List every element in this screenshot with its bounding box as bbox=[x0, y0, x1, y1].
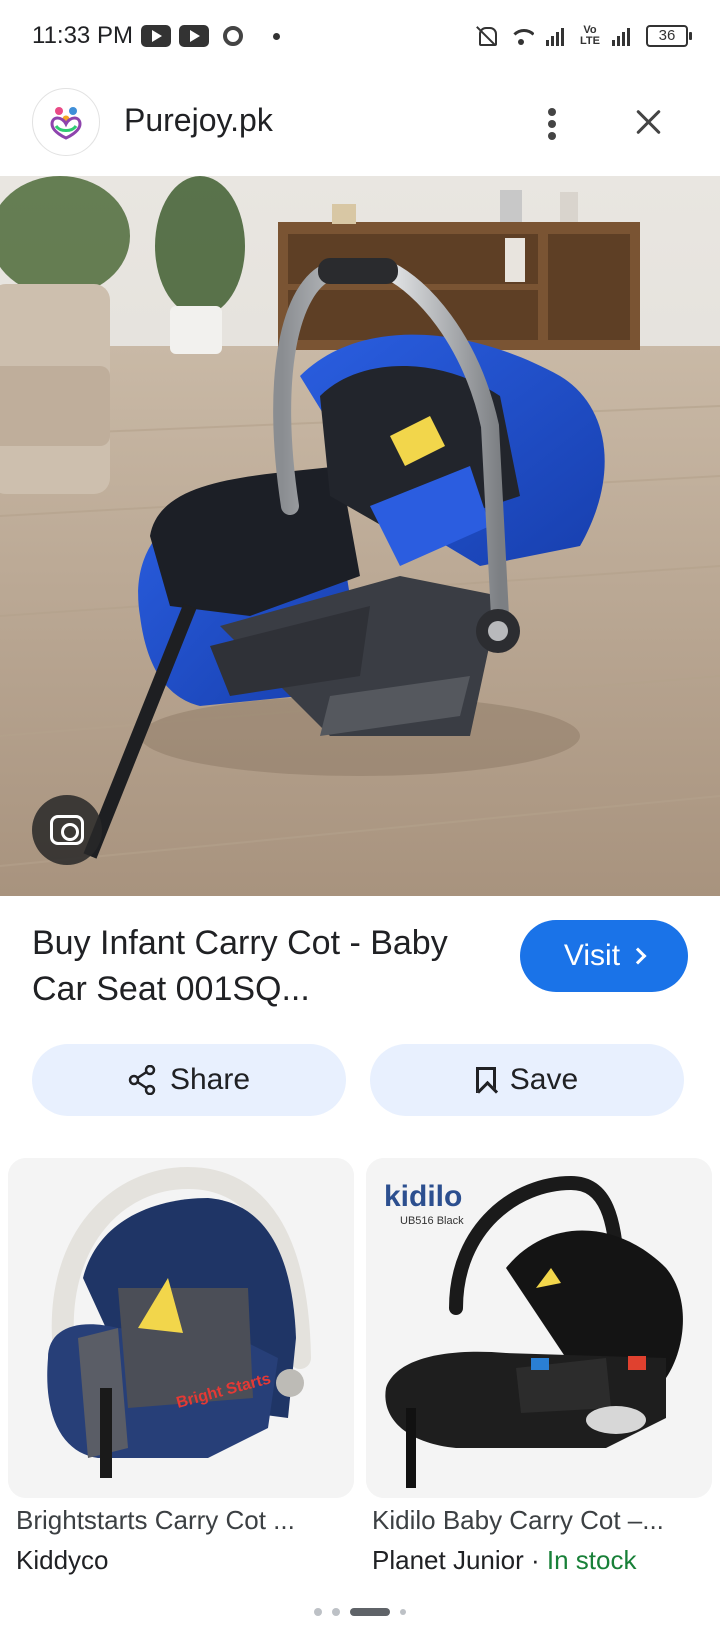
status-bar: 11:33 PM Vo LTE 36 bbox=[0, 0, 720, 72]
pager-dot bbox=[332, 1608, 340, 1616]
kidilo-car-seat-photo: kidilo UB516 Black bbox=[366, 1158, 712, 1498]
product-image[interactable] bbox=[0, 176, 720, 896]
related-card-image[interactable]: kidilo UB516 Black bbox=[366, 1158, 712, 1498]
related-title[interactable]: Brightstarts Carry Cot ... bbox=[16, 1500, 356, 1540]
pager-dot-active bbox=[350, 1608, 390, 1616]
purejoy-logo-icon bbox=[50, 107, 82, 140]
lens-icon bbox=[50, 815, 84, 845]
source-separator: · bbox=[523, 1545, 547, 1575]
save-button[interactable]: Save bbox=[370, 1044, 684, 1116]
car-seat-photo bbox=[0, 176, 720, 896]
related-source: Kiddyco bbox=[16, 1545, 109, 1575]
chevron-right-icon bbox=[629, 947, 647, 965]
stock-status: In stock bbox=[546, 1545, 637, 1575]
share-button[interactable]: Share bbox=[32, 1044, 346, 1116]
volte-icon: Vo LTE bbox=[580, 24, 600, 47]
save-label: Save bbox=[509, 1063, 579, 1096]
kidilo-model-text: UB516 Black bbox=[400, 1215, 464, 1227]
brightstarts-car-seat-photo: Bright Starts bbox=[8, 1158, 354, 1498]
site-name[interactable]: Purejoy.pk bbox=[124, 102, 273, 139]
close-icon[interactable] bbox=[628, 102, 668, 142]
wifi-icon bbox=[508, 26, 535, 46]
signal-icon bbox=[612, 26, 634, 46]
chrome-icon bbox=[222, 26, 243, 46]
pager-dot bbox=[314, 1608, 322, 1616]
youtube-icon bbox=[178, 25, 209, 47]
battery-icon: 36 bbox=[646, 25, 692, 47]
share-label: Share bbox=[169, 1063, 251, 1096]
youtube-icon bbox=[140, 25, 171, 47]
pager-dot bbox=[400, 1609, 406, 1615]
signal-icon bbox=[546, 26, 568, 46]
related-card-image[interactable]: Bright Starts bbox=[8, 1158, 354, 1498]
visit-label: Visit bbox=[563, 939, 621, 972]
visit-button[interactable]: Visit bbox=[520, 920, 688, 992]
share-icon bbox=[128, 1065, 156, 1095]
related-title[interactable]: Kidilo Baby Carry Cot –... bbox=[372, 1500, 712, 1540]
google-lens-button[interactable] bbox=[32, 795, 102, 865]
kidilo-logo-text: kidilo bbox=[384, 1180, 462, 1213]
related-source-name: Planet Junior bbox=[372, 1545, 524, 1575]
viewer-header: Purejoy.pk bbox=[0, 86, 720, 166]
page-indicator bbox=[0, 1608, 720, 1616]
status-time: 11:33 PM bbox=[32, 22, 133, 49]
bookmark-icon bbox=[475, 1067, 496, 1093]
result-title[interactable]: Buy Infant Carry Cot - Baby Car Seat 001… bbox=[32, 920, 472, 1012]
site-logo[interactable] bbox=[32, 88, 100, 156]
bell-off-icon bbox=[476, 25, 498, 47]
notification-dot-icon bbox=[272, 32, 280, 40]
more-options-icon[interactable] bbox=[538, 104, 566, 144]
related-source: Planet Junior · In stock bbox=[372, 1542, 636, 1578]
